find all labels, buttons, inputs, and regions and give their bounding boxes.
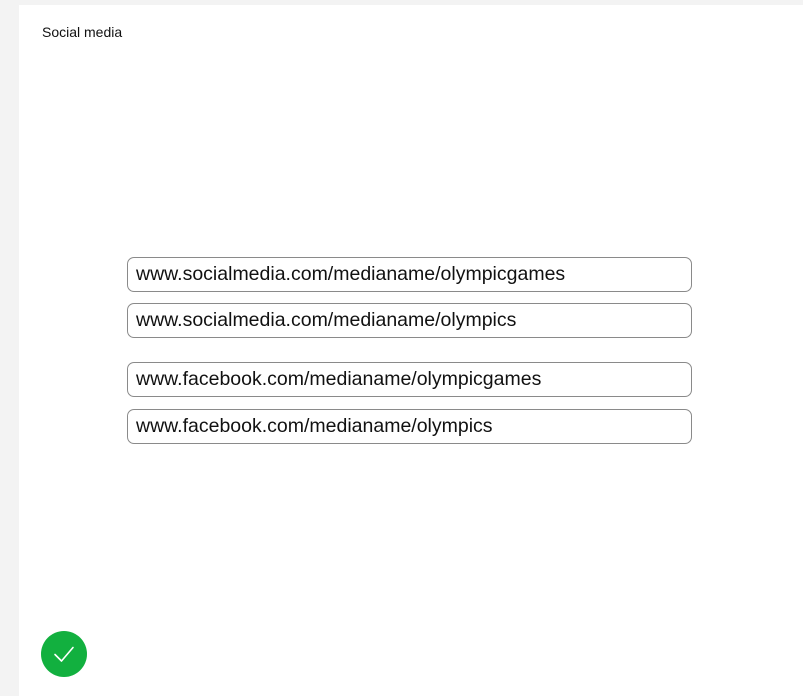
social-link-field[interactable]: www.socialmedia.com/medianame/olympics: [127, 303, 692, 338]
section-title: Social media: [42, 24, 123, 40]
confirm-button[interactable]: [41, 631, 87, 677]
check-icon: [54, 646, 74, 662]
social-link-field[interactable]: www.facebook.com/medianame/olympics: [127, 409, 692, 444]
social-link-field[interactable]: www.facebook.com/medianame/olympicgames: [127, 362, 692, 397]
social-link-field[interactable]: www.socialmedia.com/medianame/olympicgam…: [127, 257, 692, 292]
social-media-panel: Social media www.socialmedia.com/mediana…: [19, 5, 803, 696]
